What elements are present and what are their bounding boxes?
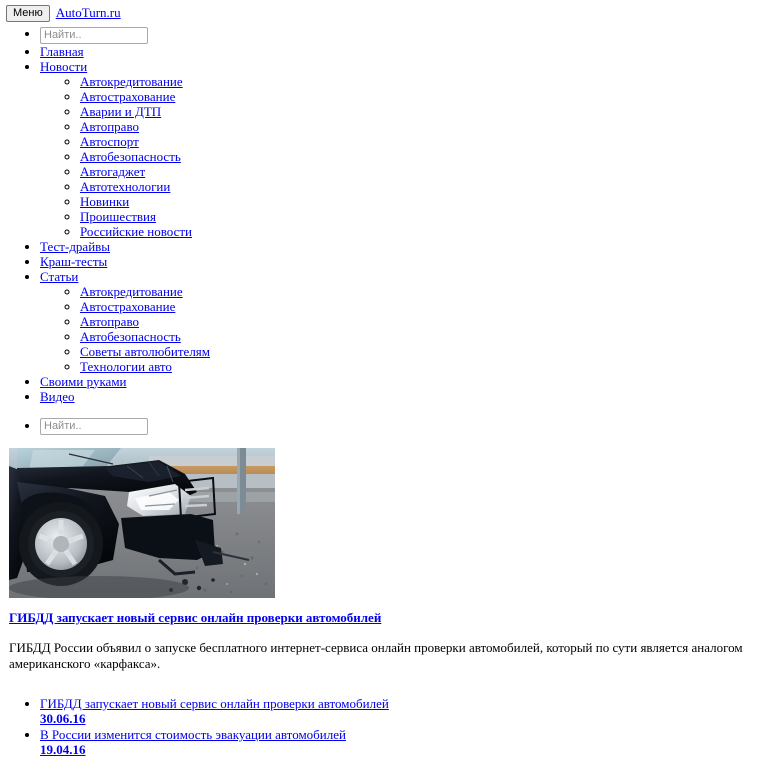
list-item: В России изменится стоимость эвакуации а… [40,727,760,757]
submenu-novosti: Автокредитование Автострахование Аварии … [40,74,760,239]
submenu-link-avtosport[interactable]: Автоспорт [80,134,139,149]
submenu-link-rossiyskie-novosti[interactable]: Российские новости [80,224,192,239]
nav-link-video[interactable]: Видео [40,389,75,404]
submenu-link-stati-avtostrahovanie[interactable]: Автострахование [80,299,175,314]
nav-link-novosti[interactable]: Новости [40,59,87,74]
site-brand-link[interactable]: AutoTurn.ru [56,5,121,21]
submenu-item: Автострахование [80,89,760,104]
secondary-search-list [0,418,760,436]
submenu-link-sovety-avtolyubitelyam[interactable]: Советы автолюбителям [80,344,210,359]
nav-link-svoimi-rukami[interactable]: Своими руками [40,374,127,389]
featured-article-title-link[interactable]: ГИБДД запускает новый сервис онлайн пров… [9,610,381,626]
menu-button[interactable]: Меню [6,4,50,22]
nav-item-stati: Статьи Автокредитование Автострахование … [40,269,760,374]
submenu-item: Автогаджет [80,164,760,179]
submenu-item: Проишествия [80,209,760,224]
submenu-link-tehnologii-avto[interactable]: Технологии авто [80,359,172,374]
submenu-item: Автоправо [80,314,760,329]
search-list-item-secondary [40,418,760,436]
search-input-secondary[interactable] [40,418,148,436]
news-item-date-link[interactable]: 19.04.16 [40,742,760,757]
submenu-item: Аварии и ДТП [80,104,760,119]
submenu-item: Автобезопасность [80,149,760,164]
submenu-link-avtobezopasnost[interactable]: Автобезопасность [80,149,181,164]
submenu-item: Автострахование [80,299,760,314]
submenu-item: Автокредитование [80,284,760,299]
hero-image-wrapper [9,448,760,599]
nav-item-svoimi-rukami: Своими руками [40,374,760,389]
hero-image-crashed-car[interactable] [9,448,275,599]
nav-item-video: Видео [40,389,760,404]
submenu-item: Технологии авто [80,359,760,374]
submenu-item: Автобезопасность [80,329,760,344]
news-item-title-link[interactable]: ГИБДД запускает новый сервис онлайн пров… [40,696,389,711]
nav-item-novosti: Новости Автокредитование Автострахование… [40,59,760,239]
submenu-item: Новинки [80,194,760,209]
nav-item-glavnaya: Главная [40,44,760,59]
submenu-link-avtotehnologii[interactable]: Автотехнологии [80,179,170,194]
news-item-title-link[interactable]: В России изменится стоимость эвакуации а… [40,727,346,742]
nav-link-stati[interactable]: Статьи [40,269,78,284]
submenu-stati: Автокредитование Автострахование Автопра… [40,284,760,374]
submenu-item: Автоправо [80,119,760,134]
nav-link-glavnaya[interactable]: Главная [40,44,84,59]
submenu-link-avarii-i-dtp[interactable]: Аварии и ДТП [80,104,161,119]
primary-navigation: Главная Новости Автокредитование Автостр… [0,26,760,404]
submenu-link-stati-avtobezopasnost[interactable]: Автобезопасность [80,329,181,344]
featured-article: ГИБДД запускает новый сервис онлайн пров… [9,610,760,672]
search-list-item [40,26,760,44]
nav-item-krash-testy: Краш-тесты [40,254,760,269]
submenu-item: Автокредитование [80,74,760,89]
submenu-link-stati-avtopravo[interactable]: Автоправо [80,314,139,329]
submenu-link-proishestviya[interactable]: Проишествия [80,209,156,224]
submenu-link-novinki[interactable]: Новинки [80,194,129,209]
top-bar: Меню AutoTurn.ru [0,0,760,22]
nav-link-test-draivy[interactable]: Тест-драйвы [40,239,110,254]
submenu-item: Автотехнологии [80,179,760,194]
nav-item-test-draivy: Тест-драйвы [40,239,760,254]
list-item: ГИБДД запускает новый сервис онлайн пров… [40,696,760,726]
submenu-link-avtokreditovanie[interactable]: Автокредитование [80,74,183,89]
submenu-link-avtogadzhet[interactable]: Автогаджет [80,164,145,179]
nav-link-krash-testy[interactable]: Краш-тесты [40,254,107,269]
featured-article-lead: ГИБДД России объявил о запуске бесплатно… [9,640,743,672]
submenu-item: Советы автолюбителям [80,344,760,359]
submenu-item: Автоспорт [80,134,760,149]
search-input[interactable] [40,26,148,44]
submenu-link-stati-avtokreditovanie[interactable]: Автокредитование [80,284,183,299]
submenu-link-avtostrahovanie[interactable]: Автострахование [80,89,175,104]
submenu-link-avtopravo[interactable]: Автоправо [80,119,139,134]
submenu-item: Российские новости [80,224,760,239]
latest-news-list: ГИБДД запускает новый сервис онлайн пров… [0,696,760,757]
news-item-date-link[interactable]: 30.06.16 [40,711,760,726]
